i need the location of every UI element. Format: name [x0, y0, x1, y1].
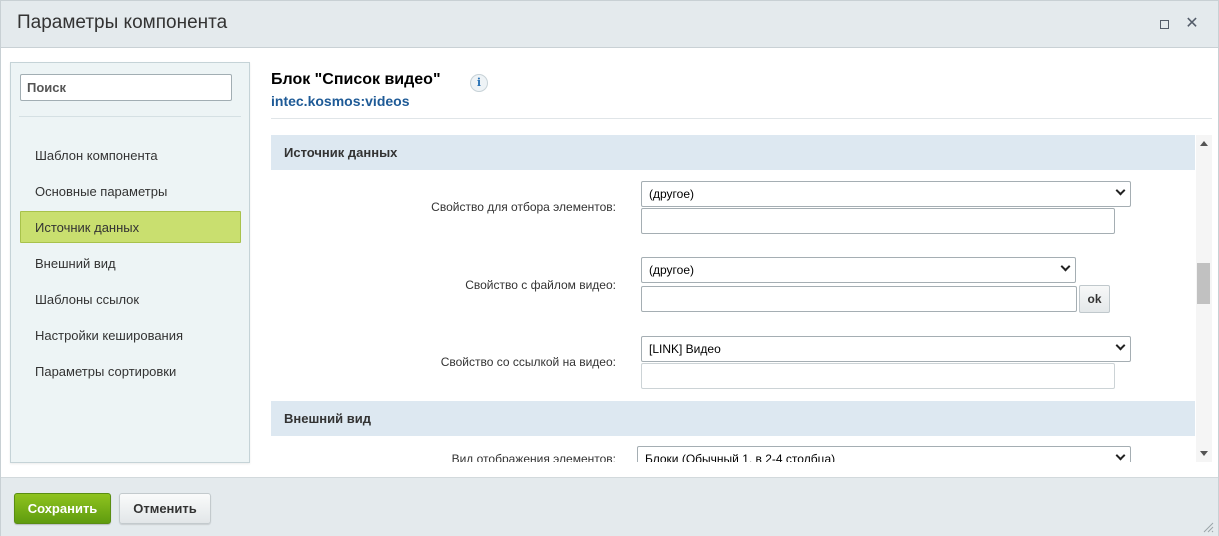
dialog-content: Шаблон компонента Основные параметры Ист…	[1, 49, 1218, 477]
chevron-down-icon	[1060, 261, 1071, 272]
scrollbar-thumb[interactable]	[1197, 263, 1210, 304]
cancel-button[interactable]: Отменить	[119, 493, 211, 524]
main-panel: Блок "Список видео" i intec.kosmos:video…	[271, 49, 1212, 477]
sidebar-nav: Шаблон компонента Основные параметры Ист…	[20, 139, 241, 391]
sidebar-item-data-source[interactable]: Источник данных	[20, 211, 241, 243]
video-file-property-input[interactable]	[641, 286, 1077, 312]
close-icon[interactable]: ✕	[1183, 15, 1201, 33]
video-link-property-select[interactable]: [LINK] Видео	[641, 336, 1131, 362]
dialog-titlebar: Параметры компонента ✕	[1, 1, 1218, 48]
dialog-footer: Сохранить Отменить	[1, 477, 1218, 536]
resize-handle-icon[interactable]	[1202, 521, 1214, 533]
ok-button[interactable]: ok	[1079, 285, 1110, 313]
header-divider	[271, 118, 1212, 119]
prop-label-display-view: Вид отображения элементов:	[451, 452, 616, 462]
section-header-data-source: Источник данных	[271, 135, 1195, 170]
sidebar-item-appearance[interactable]: Внешний вид	[20, 247, 241, 279]
sidebar-divider	[19, 116, 241, 117]
info-icon[interactable]: i	[470, 74, 488, 92]
chevron-down-icon	[1115, 450, 1126, 461]
filter-property-select[interactable]: (другое)	[641, 181, 1131, 207]
chevron-down-icon	[1115, 185, 1126, 196]
component-params-dialog: Параметры компонента ✕ Шаблон компонента…	[0, 0, 1219, 536]
select-value: Блоки (Обычный 1, в 2-4 столбца)	[645, 452, 836, 462]
save-button[interactable]: Сохранить	[14, 493, 111, 524]
search-input[interactable]	[20, 74, 232, 101]
component-id: intec.kosmos:videos	[271, 93, 410, 109]
prop-label-filter-property: Свойство для отбора элементов:	[431, 200, 616, 214]
sidebar-item-main-params[interactable]: Основные параметры	[20, 175, 241, 207]
vertical-scrollbar[interactable]	[1196, 135, 1212, 462]
sidebar-item-cache-settings[interactable]: Настройки кеширования	[20, 319, 241, 351]
maximize-icon[interactable]	[1155, 15, 1173, 33]
video-file-property-select[interactable]: (другое)	[641, 257, 1076, 283]
scroll-up-icon[interactable]	[1200, 141, 1208, 146]
dialog-title: Параметры компонента	[17, 12, 228, 33]
chevron-down-icon	[1115, 340, 1126, 351]
select-value: (другое)	[649, 263, 694, 277]
sidebar-item-template[interactable]: Шаблон компонента	[20, 139, 241, 171]
display-view-select[interactable]: Блоки (Обычный 1, в 2-4 столбца)	[637, 446, 1131, 462]
component-title: Блок "Список видео"	[271, 71, 441, 88]
select-value: [LINK] Видео	[649, 342, 721, 356]
video-link-property-input[interactable]	[641, 363, 1115, 389]
select-value: (другое)	[649, 187, 694, 201]
sidebar: Шаблон компонента Основные параметры Ист…	[10, 62, 250, 463]
params-scroll-area[interactable]: Источник данных Свойство для отбора элем…	[271, 135, 1212, 462]
scroll-down-icon[interactable]	[1200, 451, 1208, 456]
sidebar-item-sort-params[interactable]: Параметры сортировки	[20, 355, 241, 387]
prop-label-video-file-property: Свойство с файлом видео:	[465, 278, 616, 292]
sidebar-item-link-templates[interactable]: Шаблоны ссылок	[20, 283, 241, 315]
section-header-appearance: Внешний вид	[271, 401, 1195, 436]
prop-label-video-link-property: Свойство со ссылкой на видео:	[440, 355, 616, 369]
filter-property-input[interactable]	[641, 208, 1115, 234]
